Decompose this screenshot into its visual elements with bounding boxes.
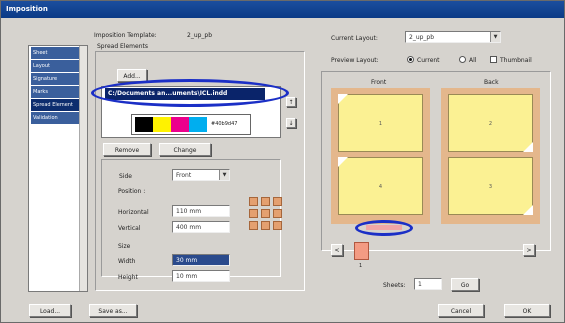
- sheets-label: Sheets:: [383, 282, 406, 289]
- radio-current[interactable]: [407, 56, 414, 63]
- sidebar-scrollbar[interactable]: [79, 46, 87, 291]
- radio-all-label: All: [469, 57, 477, 64]
- side-value: Front: [176, 172, 192, 179]
- go-button[interactable]: Go: [451, 278, 479, 291]
- window-title: Imposition: [6, 5, 48, 13]
- page-fold-icon: [338, 157, 348, 167]
- color-swatch: [135, 117, 153, 132]
- anchor-point[interactable]: [261, 209, 270, 218]
- page-number: 1: [378, 121, 383, 127]
- thumbnail-checkbox[interactable]: [490, 56, 497, 63]
- color-swatch: [153, 117, 171, 132]
- up-arrow-icon: ↑: [288, 99, 294, 106]
- side-select[interactable]: Front ▼: [172, 169, 230, 181]
- radio-current-label: Current: [417, 57, 440, 64]
- thumbnail-label: Thumbnail: [500, 57, 532, 64]
- template-label: Imposition Template:: [94, 32, 157, 39]
- title-bar: Imposition: [1, 1, 564, 18]
- vertical-label: Vertical: [118, 225, 141, 232]
- template-value: 2_up_pb: [187, 32, 213, 39]
- page-number: 2: [488, 121, 493, 127]
- color-swatch: [189, 117, 207, 132]
- horizontal-label: Horizontal: [118, 209, 149, 216]
- imposition-dialog: Imposition Sheet Layout Signature Marks …: [0, 0, 565, 323]
- sheet-thumbnail-number: 1: [359, 263, 363, 269]
- anchor-point[interactable]: [249, 221, 258, 230]
- page-number: 4: [378, 184, 383, 190]
- vertical-input[interactable]: 400 mm: [172, 221, 230, 233]
- sidebar-item-signature[interactable]: Signature: [31, 73, 85, 85]
- file-highlight-oval: [91, 79, 289, 107]
- anchor-point[interactable]: [273, 197, 282, 206]
- anchor-point[interactable]: [273, 221, 282, 230]
- position-label: Position :: [118, 188, 146, 195]
- preview-layout-label: Preview Layout:: [331, 57, 379, 64]
- anchor-position-grid: [249, 197, 285, 233]
- sidebar-item-validation[interactable]: Validation: [31, 112, 85, 124]
- front-page-bottom: 4: [338, 157, 423, 215]
- next-sheet-button[interactable]: >: [523, 244, 535, 256]
- current-layout-label: Current Layout:: [331, 35, 378, 42]
- save-as-button[interactable]: Save as...: [89, 304, 137, 317]
- load-button[interactable]: Load...: [29, 304, 71, 317]
- move-down-button[interactable]: ↓: [286, 118, 296, 128]
- anchor-point[interactable]: [273, 209, 282, 218]
- side-label: Side: [119, 173, 132, 180]
- page-fold-icon: [338, 94, 348, 104]
- sidebar-item-layout[interactable]: Layout: [31, 60, 85, 72]
- ok-button[interactable]: OK: [504, 304, 550, 317]
- width-label: Width: [118, 258, 136, 265]
- height-label: Height: [118, 274, 138, 281]
- horizontal-input[interactable]: 110 mm: [172, 205, 230, 217]
- change-button[interactable]: Change: [159, 143, 211, 156]
- sidebar-item-marks[interactable]: Marks: [31, 86, 85, 98]
- anchor-point[interactable]: [261, 197, 270, 206]
- color-swatch: [171, 117, 189, 132]
- sheets-input[interactable]: 1: [414, 278, 442, 290]
- element-highlight-oval: [355, 220, 413, 236]
- page-fold-icon: [523, 205, 533, 215]
- move-up-button[interactable]: ↑: [286, 97, 296, 107]
- back-page-top: 2: [448, 94, 533, 152]
- chevron-right-icon: >: [526, 247, 532, 254]
- height-input[interactable]: 10 mm: [172, 270, 230, 282]
- anchor-point[interactable]: [249, 209, 258, 218]
- sidebar-item-sheet[interactable]: Sheet: [31, 47, 85, 59]
- spread-section-label: Spread Elements: [97, 43, 149, 50]
- page-fold-icon: [523, 142, 533, 152]
- chevron-down-icon: ▼: [490, 32, 500, 42]
- color-swatches: [135, 117, 207, 132]
- current-layout-value: 2_up_pb: [409, 34, 435, 41]
- page-number: 3: [488, 184, 493, 190]
- width-input[interactable]: 30 mm: [172, 254, 230, 266]
- anchor-point[interactable]: [261, 221, 270, 230]
- back-page-bottom: 3: [448, 157, 533, 215]
- down-arrow-icon: ↓: [288, 120, 294, 127]
- prev-sheet-button[interactable]: <: [331, 244, 343, 256]
- chevron-down-icon: ▼: [219, 170, 229, 180]
- sidebar-item-spread-element[interactable]: Spread Element: [31, 99, 85, 111]
- cancel-button[interactable]: Cancel: [438, 304, 484, 317]
- current-layout-select[interactable]: 2_up_pb ▼: [405, 31, 501, 43]
- chevron-left-icon: <: [334, 247, 340, 254]
- sheet-thumbnail[interactable]: [354, 242, 369, 260]
- front-page-top: 1: [338, 94, 423, 152]
- radio-all[interactable]: [459, 56, 466, 63]
- size-label: Size: [118, 243, 131, 250]
- anchor-point[interactable]: [249, 197, 258, 206]
- barcode-label: #40b9d47: [211, 121, 238, 127]
- remove-button[interactable]: Remove: [103, 143, 151, 156]
